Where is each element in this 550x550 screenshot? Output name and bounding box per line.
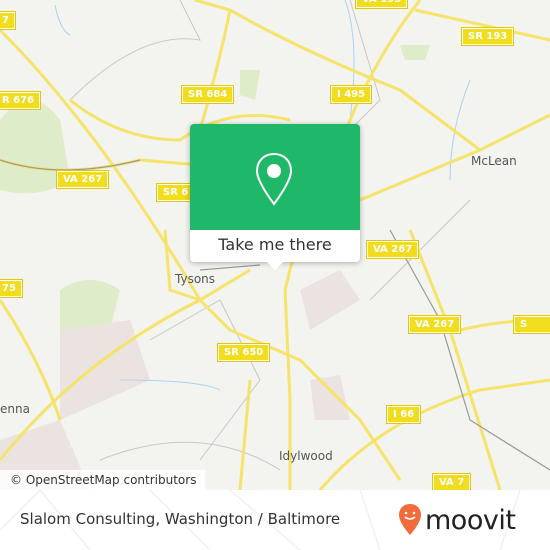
footer: Slalom Consulting, Washington / Baltimor… — [0, 490, 550, 550]
road-shield: S — [513, 315, 550, 334]
place-label: Tysons — [175, 272, 216, 286]
take-me-there-button[interactable]: Take me there — [190, 230, 360, 262]
place-label: Idylwood — [279, 449, 333, 463]
map-pin-icon — [255, 152, 293, 206]
road-shield: VA 7 — [431, 473, 472, 490]
road-shield: 75 — [0, 279, 23, 298]
moovit-pin-icon — [399, 504, 421, 535]
road-shield: VA 267 — [55, 170, 110, 189]
destination-popup: Take me there — [190, 124, 360, 270]
popup-header — [190, 124, 360, 230]
road-shield: SR 650 — [216, 343, 271, 362]
place-label: McLean — [471, 154, 517, 168]
popup-pointer — [267, 262, 283, 270]
place-label: enna — [0, 402, 30, 416]
location-title: Slalom Consulting, Washington / Baltimor… — [20, 510, 341, 528]
road-shield: 7 — [0, 11, 16, 30]
road-shield: VA 193 — [354, 0, 409, 9]
map[interactable]: 7 R 676 SR 684 I 495 SR 193 VA 193 VA 26… — [0, 0, 550, 490]
road-shield: SR 684 — [180, 85, 235, 104]
road-shield: VA 267 — [365, 240, 420, 259]
road-shield: SR 6 — [155, 183, 196, 202]
road-shield: I 495 — [329, 85, 373, 104]
road-shield: I 66 — [385, 405, 422, 424]
moovit-logo[interactable]: moovit — [398, 500, 516, 540]
road-shield: R 676 — [0, 91, 42, 110]
moovit-logo-text: moovit — [425, 504, 516, 536]
road-shield: VA 267 — [407, 315, 462, 334]
road-shield: SR 193 — [460, 27, 515, 46]
map-attribution[interactable]: © OpenStreetMap contributors — [0, 470, 205, 490]
